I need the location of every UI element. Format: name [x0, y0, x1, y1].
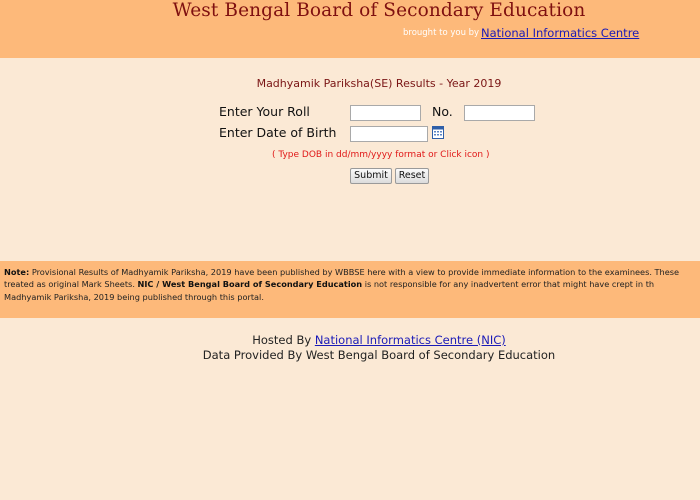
dob-input[interactable]: [350, 126, 428, 142]
brought-by-text: brought to you by: [403, 28, 480, 38]
exam-title: Madhyamik Pariksha(SE) Results - Year 20…: [256, 77, 502, 90]
page-title: West Bengal Board of Secondary Education: [172, 0, 586, 21]
reset-button[interactable]: Reset: [395, 168, 429, 184]
roll-input[interactable]: [350, 105, 421, 121]
hosted-by-label: Hosted By: [252, 333, 315, 347]
nic-header-link[interactable]: National Informatics Centre: [481, 26, 639, 40]
disclaimer-note: Note: Provisional Results of Madhyamik P…: [4, 266, 700, 303]
note-line2b: is not responsible for any inadvertent e…: [362, 279, 655, 290]
note-line2-bold: NIC / West Bengal Board of Secondary Edu…: [137, 279, 363, 290]
note-line3: Madhyamik Pariksha, 2019 being published…: [4, 291, 264, 302]
submit-button[interactable]: Submit: [350, 168, 392, 184]
note-prefix: Note:: [4, 267, 30, 277]
note-line1: Provisional Results of Madhyamik Pariksh…: [29, 267, 680, 277]
dob-label: Enter Date of Birth: [219, 125, 337, 140]
nic-footer-link[interactable]: National Informatics Centre (NIC): [315, 333, 506, 347]
no-input[interactable]: [464, 105, 535, 121]
hosted-by-line: Hosted By National Informatics Centre (N…: [0, 333, 700, 347]
calendar-icon[interactable]: [432, 126, 444, 139]
data-provided-line: Data Provided By West Bengal Board of Se…: [202, 348, 556, 362]
roll-label: Enter Your Roll: [219, 104, 310, 119]
note-line2a: treated as original Mark Sheets.: [4, 279, 138, 290]
dob-format-hint: ( Type DOB in dd/mm/yyyy format or Click…: [272, 150, 490, 160]
no-label: No.: [432, 104, 453, 119]
